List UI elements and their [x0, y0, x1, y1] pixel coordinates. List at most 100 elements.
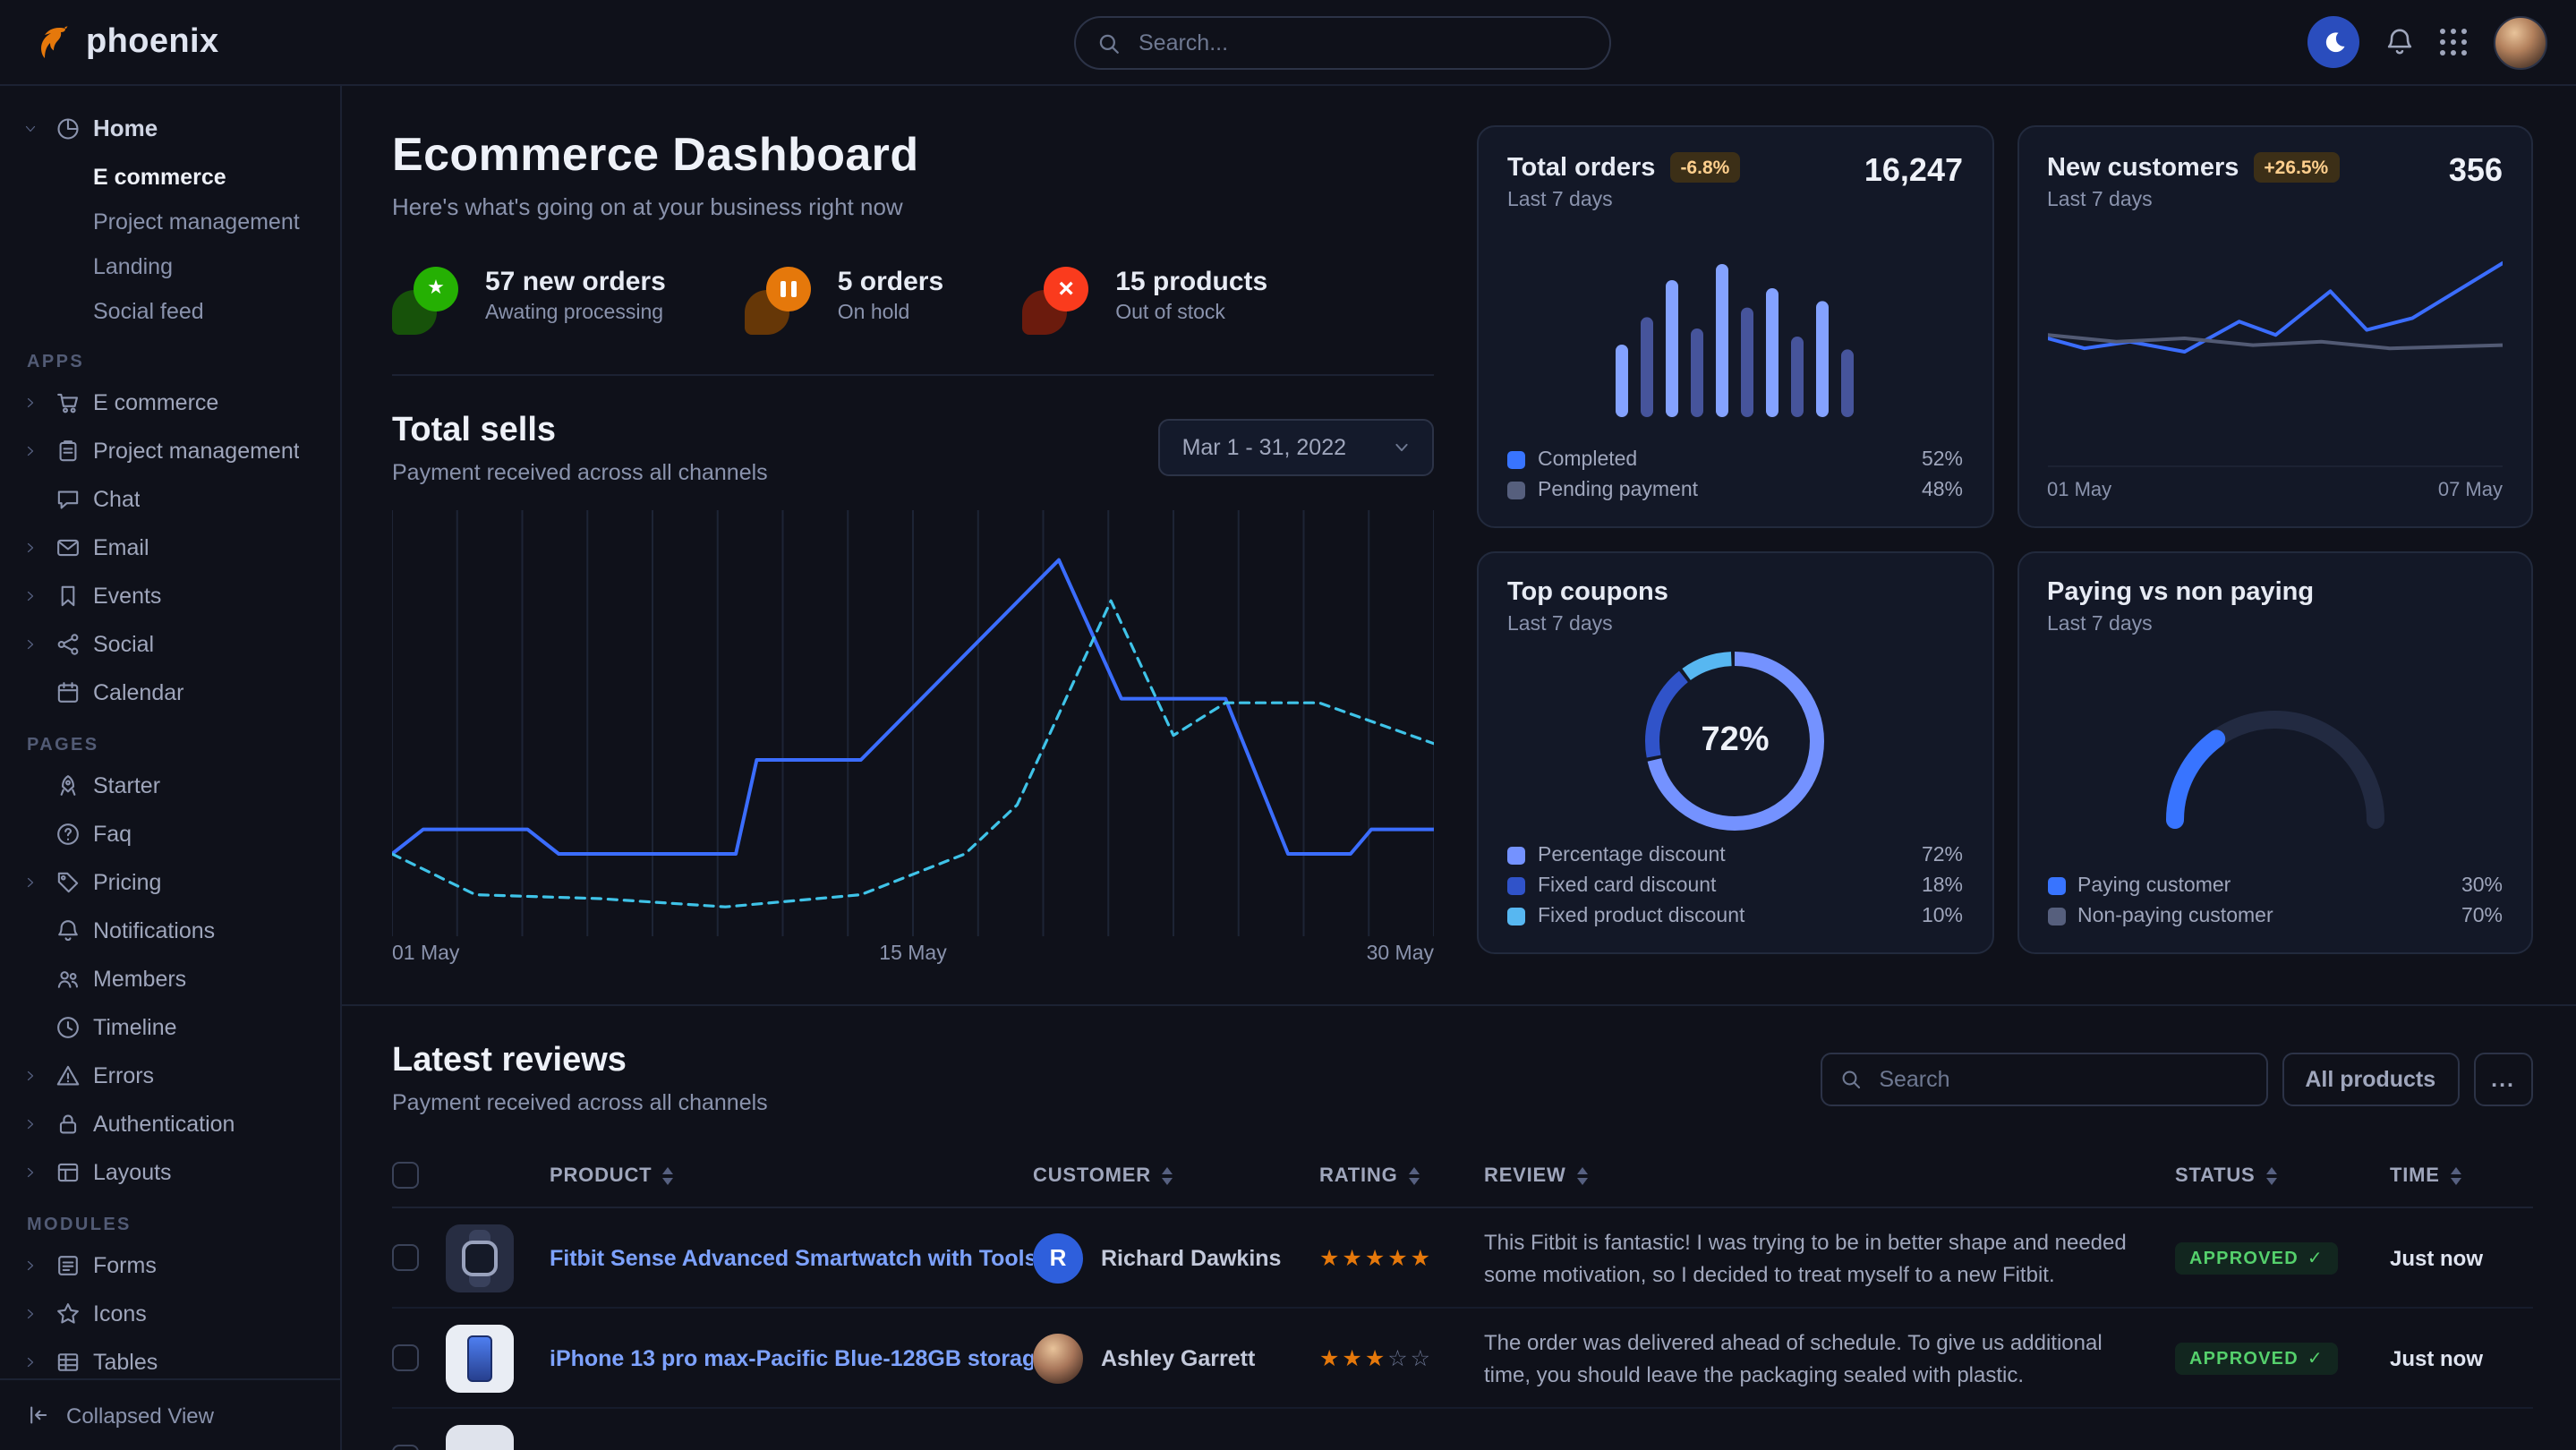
all-products-button[interactable]: All products: [2282, 1053, 2459, 1106]
search-icon: [1839, 1069, 1861, 1090]
axis-label: 07 May: [2438, 480, 2503, 501]
legend-item-completed: Completed 52%: [1507, 449, 1963, 471]
sidebar: Home E commerceProject managementLanding…: [0, 86, 342, 1450]
apps-menu-button[interactable]: [2440, 28, 2469, 56]
review-text: The order was delivered ahead of schedul…: [1484, 1326, 2175, 1390]
reviews-subtitle: Payment received across all channels: [392, 1090, 768, 1115]
collapsed-view-toggle[interactable]: Collapsed View: [0, 1378, 340, 1450]
sidebar-item-label: Icons: [93, 1301, 147, 1326]
reviews-search[interactable]: [1820, 1053, 2267, 1106]
column-header-customer[interactable]: CUSTOMER: [1033, 1164, 1319, 1186]
customer-cell[interactable]: Ashley Garrett: [1033, 1333, 1319, 1383]
more-options-button[interactable]: ...: [2473, 1053, 2533, 1106]
legend-label: Completed: [1538, 449, 1637, 471]
sidebar-item-pricing[interactable]: Pricing: [23, 857, 326, 906]
column-header-time[interactable]: TIME: [2390, 1164, 2533, 1186]
product-image: [446, 1424, 514, 1450]
customer-avatar: [1033, 1333, 1083, 1383]
notifications-button[interactable]: [2384, 27, 2415, 57]
legend-item-paying-customer: Paying customer 30%: [2047, 875, 2503, 897]
legend-value: 10%: [1922, 906, 1963, 927]
axis-label: 15 May: [879, 943, 946, 965]
card-value: 356: [2449, 152, 2503, 190]
navbar-actions: [2307, 15, 2547, 69]
sidebar-item-home[interactable]: Home: [23, 104, 326, 152]
chev-icon: [23, 874, 38, 889]
sidebar-subitem-project-management[interactable]: Project management: [23, 199, 326, 243]
sidebar-item-faq[interactable]: Faq: [23, 809, 326, 857]
table-icon: [55, 1349, 81, 1374]
form-icon: [55, 1252, 81, 1277]
sidebar-item-chat[interactable]: Chat: [23, 474, 326, 523]
sidebar-item-project-management[interactable]: Project management: [23, 426, 326, 474]
sort-icon: [2451, 1166, 2461, 1184]
row-checkbox[interactable]: [392, 1244, 419, 1271]
sidebar-item-events[interactable]: Events: [23, 571, 326, 619]
select-all-checkbox[interactable]: [392, 1162, 419, 1189]
total-sells-title: Total sells: [392, 412, 768, 451]
sidebar-item-timeline[interactable]: Timeline: [23, 1002, 326, 1051]
chev-icon: [23, 121, 38, 135]
status-badge: APPROVED✓: [2175, 1243, 2338, 1275]
sidebar-subitem-landing[interactable]: Landing: [23, 243, 326, 288]
sidebar-item-errors[interactable]: Errors: [23, 1051, 326, 1099]
sidebar-item-starter[interactable]: Starter: [23, 761, 326, 809]
sidebar-home-children: E commerceProject managementLandingSocia…: [23, 154, 326, 333]
legend-value: 70%: [2461, 906, 2503, 927]
customer-cell[interactable]: RRichard Dawkins: [1033, 1232, 1319, 1283]
column-header-rating[interactable]: RATING: [1319, 1164, 1484, 1186]
card-title: New customers: [2047, 153, 2239, 182]
x-icon: ×: [1058, 275, 1074, 302]
sidebar-item-authentication[interactable]: Authentication: [23, 1099, 326, 1147]
calendar-icon: [55, 679, 81, 704]
sidebar-item-social[interactable]: Social: [23, 619, 326, 668]
faq-icon: [55, 821, 81, 846]
legend-item-non-paying-customer: Non-paying customer 70%: [2047, 906, 2503, 927]
table-row: Fitbit Sense Advanced Smartwatch with To…: [392, 1208, 2533, 1309]
sidebar-item-icons[interactable]: Icons: [23, 1289, 326, 1337]
sidebar-item-layouts[interactable]: Layouts: [23, 1147, 326, 1196]
legend-value: 48%: [1922, 480, 1963, 501]
product-image-smartwatch: [446, 1224, 514, 1292]
reviews-search-input[interactable]: [1875, 1065, 2248, 1094]
sidebar-item-label: Home: [93, 115, 158, 141]
sidebar-item-label: E commerce: [93, 389, 218, 414]
theme-toggle-button[interactable]: [2307, 16, 2359, 68]
row-checkbox[interactable]: [392, 1445, 419, 1450]
search-input[interactable]: [1135, 29, 1588, 57]
sidebar-item-label: Email: [93, 534, 149, 559]
latest-reviews-section: Latest reviews Payment received across a…: [392, 1042, 2533, 1450]
legend-swatch: [2047, 877, 2065, 895]
main-content: Ecommerce Dashboard Here's what's going …: [342, 86, 2576, 1450]
global-search[interactable]: [1074, 16, 1611, 70]
sidebar-item-notifications[interactable]: Notifications: [23, 906, 326, 954]
product-link[interactable]: Fitbit Sense Advanced Smartwatch with To…: [550, 1245, 1033, 1270]
stat-caption: Awating processing: [485, 303, 666, 324]
user-avatar[interactable]: [2494, 15, 2547, 69]
column-header-review[interactable]: REVIEW: [1484, 1164, 2175, 1186]
new-customers-x-axis: 01 May07 May: [2047, 465, 2503, 501]
sidebar-item-e-commerce[interactable]: E commerce: [23, 378, 326, 426]
sidebar-item-label: Calendar: [93, 679, 183, 704]
star-icon: ★: [427, 279, 445, 299]
sidebar-item-members[interactable]: Members: [23, 954, 326, 1002]
rating-stars: ★★★☆☆: [1319, 1345, 1433, 1370]
sidebar-item-forms[interactable]: Forms: [23, 1241, 326, 1289]
row-checkbox[interactable]: [392, 1344, 419, 1371]
column-header-product[interactable]: PRODUCT: [550, 1164, 1033, 1186]
sidebar-section-label-modules: MODULES: [27, 1215, 326, 1235]
sidebar-item-email[interactable]: Email: [23, 523, 326, 571]
column-header-status[interactable]: STATUS: [2175, 1164, 2390, 1186]
sidebar-subitem-e-commerce[interactable]: E commerce: [23, 154, 326, 199]
sidebar-subitem-social-feed[interactable]: Social feed: [23, 288, 326, 333]
table-row-partial: [392, 1409, 2533, 1450]
legend-label: Paying customer: [2077, 875, 2231, 897]
brand[interactable]: phoenix: [29, 21, 219, 64]
sidebar-item-calendar[interactable]: Calendar: [23, 668, 326, 716]
legend-label: Non-paying customer: [2077, 906, 2273, 927]
sidebar-item-tables[interactable]: Tables: [23, 1337, 326, 1378]
product-link[interactable]: iPhone 13 pro max-Pacific Blue-128GB sto…: [550, 1345, 1033, 1370]
chev-icon: [23, 540, 38, 554]
collapsed-view-label: Collapsed View: [66, 1403, 214, 1428]
date-range-select[interactable]: Mar 1 - 31, 2022: [1159, 419, 1434, 476]
